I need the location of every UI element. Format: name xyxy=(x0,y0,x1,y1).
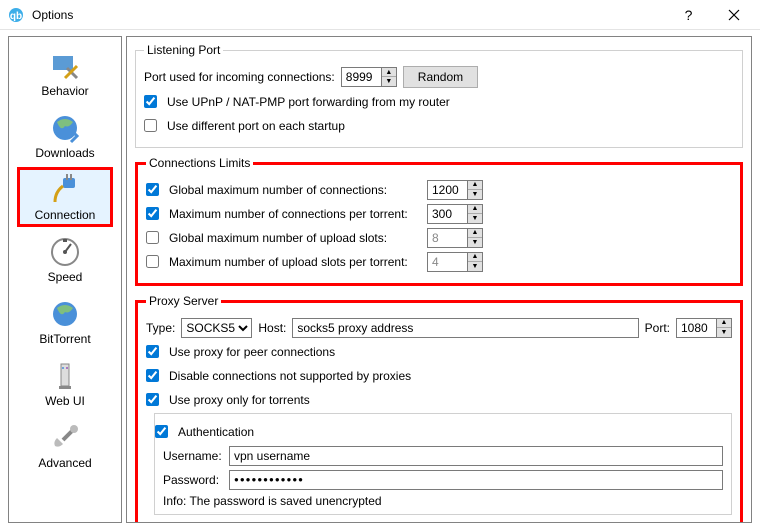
proxy-host-label: Host: xyxy=(258,321,286,335)
sidebar-item-webui[interactable]: Web UI xyxy=(17,353,113,413)
sidebar-item-label: Speed xyxy=(48,270,83,284)
global-upload-spinner: ▲▼ xyxy=(467,228,483,248)
global-conn-checkbox[interactable] xyxy=(146,183,159,196)
connection-limits-group: Connections Limits Global maximum number… xyxy=(135,156,743,286)
proxy-peer-checkbox[interactable] xyxy=(146,345,159,358)
per-torrent-conn-spinner[interactable]: ▲▼ xyxy=(467,204,483,224)
sidebar-item-speed[interactable]: Speed xyxy=(17,229,113,289)
proxy-server-group: Proxy Server Type: SOCKS5 Host: Port: ▲▼… xyxy=(135,294,743,523)
username-input[interactable] xyxy=(229,446,723,466)
auth-label: Authentication xyxy=(178,425,254,439)
upnp-label: Use UPnP / NAT-PMP port forwarding from … xyxy=(167,95,450,109)
global-conn-input[interactable] xyxy=(427,180,467,200)
sidebar-item-label: BitTorrent xyxy=(39,332,90,346)
proxy-server-legend: Proxy Server xyxy=(146,294,221,308)
port-label: Port used for incoming connections: xyxy=(144,70,335,84)
connection-limits-legend: Connections Limits xyxy=(146,156,253,170)
webui-icon xyxy=(49,360,81,392)
downloads-icon xyxy=(49,112,81,144)
sidebar-item-label: Web UI xyxy=(45,394,85,408)
diff-port-checkbox[interactable] xyxy=(144,119,157,132)
password-info: Info: The password is saved unencrypted xyxy=(163,494,723,508)
settings-panel: Listening Port Port used for incoming co… xyxy=(126,36,752,523)
diff-port-label: Use different port on each startup xyxy=(167,119,345,133)
random-port-button[interactable]: Random xyxy=(403,66,478,88)
app-icon: qb xyxy=(8,7,24,23)
proxy-port-label: Port: xyxy=(645,321,670,335)
close-button[interactable] xyxy=(711,0,756,30)
per-torrent-upload-checkbox[interactable] xyxy=(146,255,159,268)
proxy-peer-label: Use proxy for peer connections xyxy=(169,345,335,359)
sidebar: Behavior Downloads Connection Speed BitT… xyxy=(8,36,122,523)
global-upload-input xyxy=(427,228,467,248)
global-upload-label: Global maximum number of upload slots: xyxy=(169,231,421,245)
proxy-port-spinner[interactable]: ▲▼ xyxy=(716,318,732,338)
username-label: Username: xyxy=(163,449,223,463)
per-torrent-upload-input xyxy=(427,252,467,272)
proxy-disable-label: Disable connections not supported by pro… xyxy=(169,369,411,383)
proxy-type-select[interactable]: SOCKS5 xyxy=(181,318,252,338)
password-input[interactable] xyxy=(229,470,723,490)
sidebar-item-label: Advanced xyxy=(38,456,91,470)
proxy-port-input[interactable] xyxy=(676,318,716,338)
listening-port-legend: Listening Port xyxy=(144,43,223,57)
per-torrent-upload-label: Maximum number of upload slots per torre… xyxy=(169,255,421,269)
upnp-checkbox[interactable] xyxy=(144,95,157,108)
proxy-disable-checkbox[interactable] xyxy=(146,369,159,382)
sidebar-item-connection[interactable]: Connection xyxy=(17,167,113,227)
password-label: Password: xyxy=(163,473,223,487)
help-button[interactable]: ? xyxy=(666,0,711,30)
sidebar-item-behavior[interactable]: Behavior xyxy=(17,43,113,103)
auth-checkbox[interactable] xyxy=(155,425,168,438)
proxy-host-input[interactable] xyxy=(292,318,638,338)
titlebar: qb Options ? xyxy=(0,0,760,30)
port-input[interactable] xyxy=(341,67,381,87)
listening-port-group: Listening Port Port used for incoming co… xyxy=(135,43,743,148)
window-title: Options xyxy=(32,8,73,22)
per-torrent-conn-label: Maximum number of connections per torren… xyxy=(169,207,421,221)
per-torrent-upload-spinner: ▲▼ xyxy=(467,252,483,272)
sidebar-item-bittorrent[interactable]: BitTorrent xyxy=(17,291,113,351)
sidebar-item-label: Connection xyxy=(35,208,96,222)
speed-icon xyxy=(49,236,81,268)
sidebar-item-label: Behavior xyxy=(41,84,88,98)
proxy-only-torrents-checkbox[interactable] xyxy=(146,393,159,406)
bittorrent-icon xyxy=(49,298,81,330)
svg-text:qb: qb xyxy=(10,11,22,22)
port-spinner[interactable]: ▲▼ xyxy=(381,67,397,87)
global-conn-label: Global maximum number of connections: xyxy=(169,183,421,197)
sidebar-item-downloads[interactable]: Downloads xyxy=(17,105,113,165)
per-torrent-conn-input[interactable] xyxy=(427,204,467,224)
proxy-type-label: Type: xyxy=(146,321,175,335)
sidebar-item-advanced[interactable]: Advanced xyxy=(17,415,113,475)
global-upload-checkbox[interactable] xyxy=(146,231,159,244)
behavior-icon xyxy=(49,50,81,82)
per-torrent-conn-checkbox[interactable] xyxy=(146,207,159,220)
global-conn-spinner[interactable]: ▲▼ xyxy=(467,180,483,200)
auth-group: Authentication Username: Password: Info:… xyxy=(154,413,732,515)
sidebar-item-label: Downloads xyxy=(35,146,94,160)
connection-icon xyxy=(49,174,81,206)
proxy-only-torrents-label: Use proxy only for torrents xyxy=(169,393,310,407)
advanced-icon xyxy=(49,422,81,454)
